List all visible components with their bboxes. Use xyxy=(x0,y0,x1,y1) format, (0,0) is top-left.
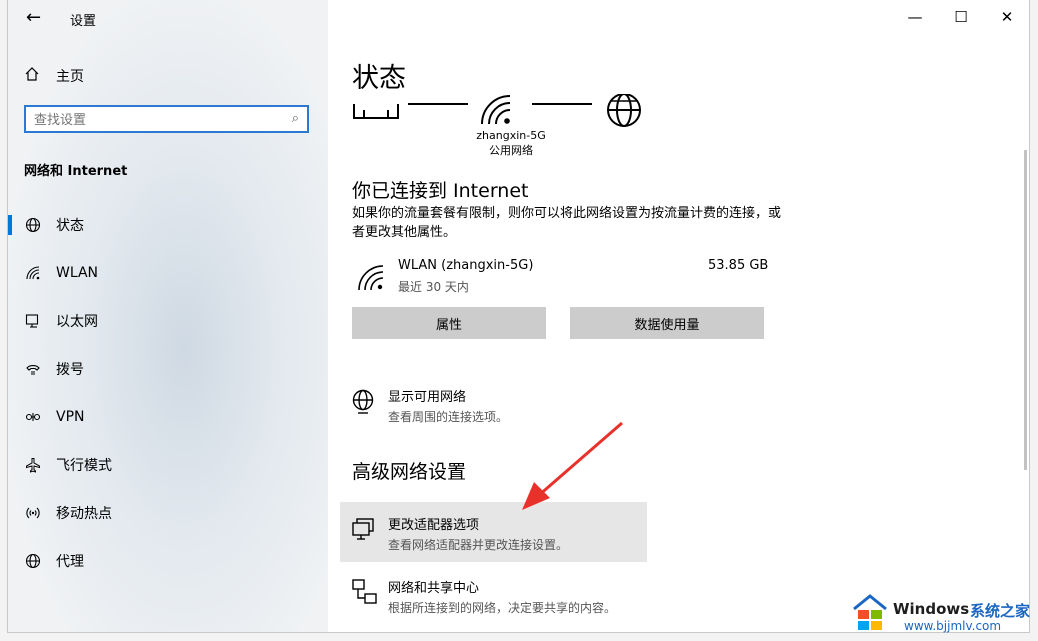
sidebar-item-wlan[interactable]: WLAN xyxy=(8,253,328,293)
usage-period: 最近 30 天内 xyxy=(398,280,469,294)
sidebar-item-dialup[interactable]: 拨号 xyxy=(8,349,328,389)
search-icon[interactable]: ⌕ xyxy=(292,111,299,126)
sidebar-section-title: 网络和 Internet xyxy=(24,164,128,179)
sidebar-item-label: 拨号 xyxy=(56,362,84,378)
window-title: 设置 xyxy=(70,14,97,29)
connected-description: 如果你的流量套餐有限制，则你可以将此网络设置为按流量计费的连接，或者更改其他属性… xyxy=(352,206,782,240)
usage-network-name: WLAN (zhangxin-5G) xyxy=(398,258,534,273)
show-networks-title: 显示可用网络 xyxy=(388,390,467,405)
sidebar-item-label: 代理 xyxy=(56,554,84,570)
scrollbar[interactable] xyxy=(1024,150,1027,470)
airplane-icon xyxy=(24,457,42,473)
sidebar-item-proxy[interactable]: 代理 xyxy=(8,541,328,581)
sharing-center-title: 网络和共享中心 xyxy=(388,581,480,596)
home-icon xyxy=(24,66,42,86)
search-box[interactable]: ⌕ xyxy=(24,105,309,133)
sharing-center-icon xyxy=(352,579,377,604)
hotspot-icon xyxy=(24,505,42,521)
wifi-signal-icon xyxy=(481,95,511,125)
search-input[interactable] xyxy=(26,107,276,133)
watermark-brand: Windows xyxy=(893,600,970,618)
network-topology-diagram xyxy=(353,94,641,127)
internet-globe-icon xyxy=(607,94,641,127)
sidebar-item-label: WLAN xyxy=(56,265,99,281)
sidebar-home-label: 主页 xyxy=(56,69,84,85)
sidebar-item-label: 飞行模式 xyxy=(56,458,112,474)
windows-logo-icon xyxy=(853,594,887,630)
wifi-icon xyxy=(24,265,42,281)
sidebar-item-label: VPN xyxy=(56,409,85,425)
ethernet-icon xyxy=(24,313,42,329)
network-label: zhangxin-5G 公用网络 xyxy=(466,128,556,158)
data-usage-button[interactable]: 数据使用量 xyxy=(570,307,764,339)
vpn-icon xyxy=(24,409,42,425)
show-networks-icon xyxy=(352,389,374,414)
red-arrow-annotation xyxy=(522,421,623,510)
minimize-button[interactable]: — xyxy=(892,4,938,30)
adapter-options-desc: 查看网络适配器并更改连接设置。 xyxy=(388,538,569,552)
close-button[interactable]: ✕ xyxy=(984,4,1029,30)
sharing-center-desc: 根据所连接到的网络，决定要共享的内容。 xyxy=(388,601,617,615)
network-name: zhangxin-5G xyxy=(476,129,546,142)
settings-window: ← 设置 主页 ⌕ 网络和 Internet 状态 WLAN 以太网 拨号 xyxy=(8,0,1029,632)
back-arrow-icon[interactable]: ← xyxy=(26,7,41,28)
sidebar-item-status[interactable]: 状态 xyxy=(8,205,328,245)
network-type: 公用网络 xyxy=(489,144,533,157)
globe-icon xyxy=(24,217,42,233)
globe-icon xyxy=(24,553,42,569)
wifi-icon xyxy=(358,265,384,291)
dialup-icon xyxy=(24,361,42,377)
sidebar-item-hotspot[interactable]: 移动热点 xyxy=(8,493,328,533)
page-title: 状态 xyxy=(352,63,406,94)
watermark-cn: 系统之家 xyxy=(970,602,1031,620)
connected-heading: 你已连接到 Internet xyxy=(352,180,529,202)
watermark-url: www.bjjmlv.com xyxy=(904,619,1002,633)
sidebar-item-vpn[interactable]: VPN xyxy=(8,397,328,437)
maximize-button[interactable]: ☐ xyxy=(938,4,984,30)
show-networks-link[interactable]: 显示可用网络 查看周围的连接选项。 xyxy=(388,386,508,425)
usage-amount: 53.85 GB xyxy=(708,258,769,273)
sharing-center-link[interactable]: 网络和共享中心 根据所连接到的网络，决定要共享的内容。 xyxy=(388,577,616,616)
sidebar-item-label: 以太网 xyxy=(56,314,98,330)
adapter-icon xyxy=(352,518,374,540)
sidebar-item-label: 移动热点 xyxy=(56,506,112,522)
router-icon xyxy=(353,104,399,119)
sidebar-item-airplane[interactable]: 飞行模式 xyxy=(8,445,328,485)
properties-button[interactable]: 属性 xyxy=(352,307,546,339)
show-networks-desc: 查看周围的连接选项。 xyxy=(388,410,509,424)
sidebar-item-ethernet[interactable]: 以太网 xyxy=(8,301,328,341)
sidebar-item-home[interactable]: 主页 xyxy=(24,66,84,86)
sidebar-item-label: 状态 xyxy=(56,218,84,234)
advanced-settings-heading: 高级网络设置 xyxy=(352,461,467,483)
